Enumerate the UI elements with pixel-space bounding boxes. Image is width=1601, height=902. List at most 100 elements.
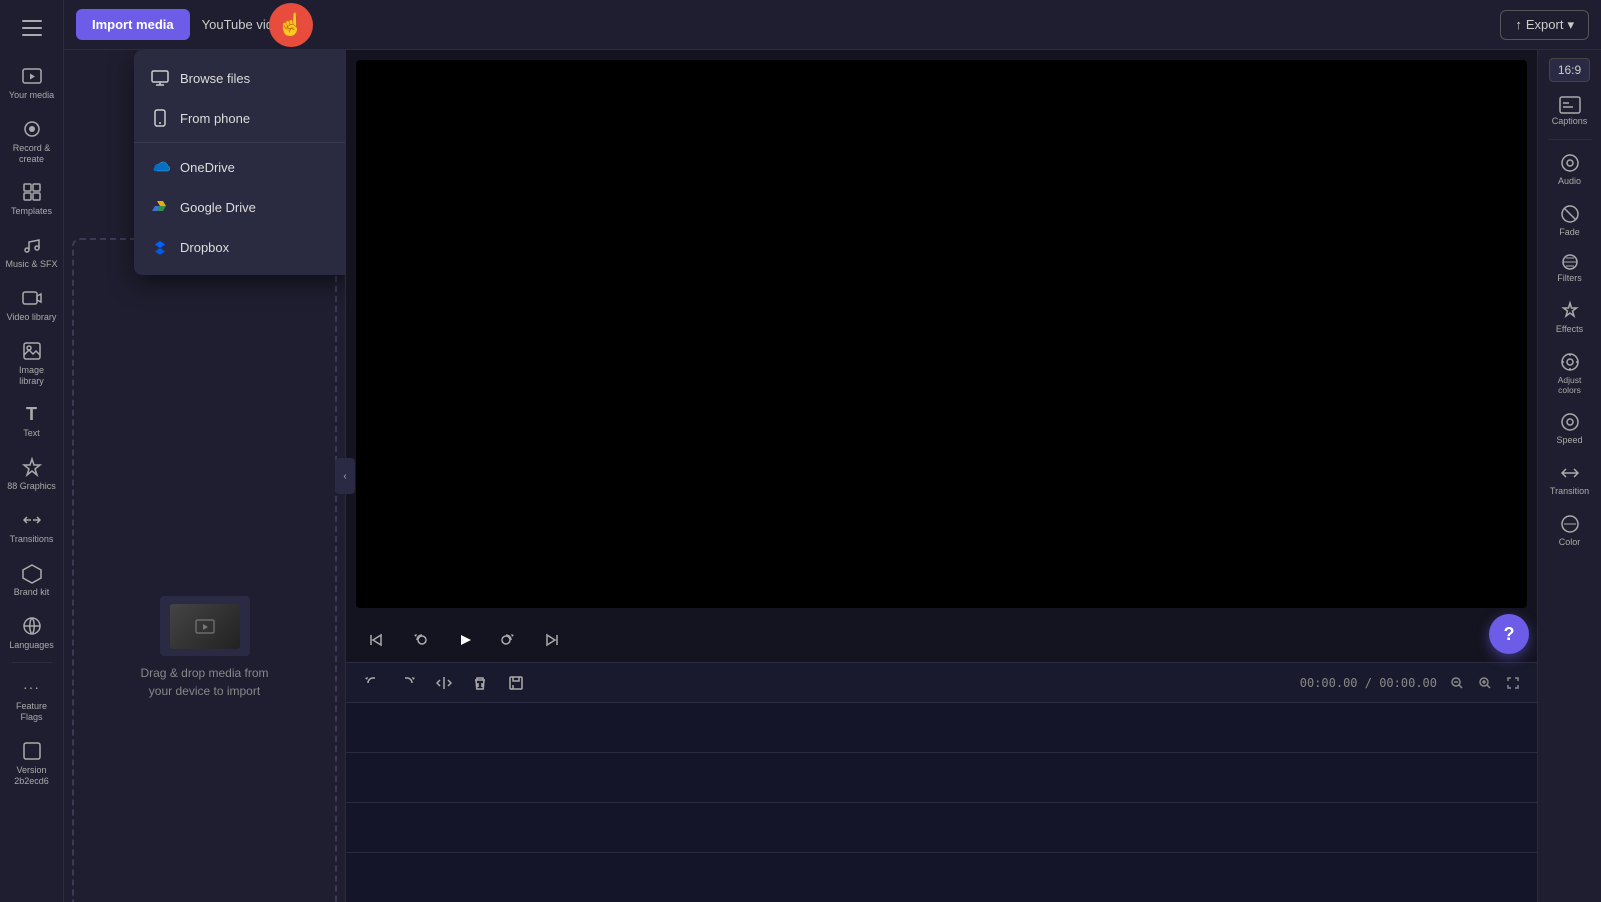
adjust-colors-icon [1559, 351, 1581, 373]
timeline-toolbar: 00:00.00 / 00:00.00 [346, 663, 1537, 703]
sidebar-item-label: Music & SFX [6, 259, 58, 270]
right-panel-label: Adjust colors [1558, 375, 1582, 395]
video-preview [356, 60, 1527, 608]
redo-button[interactable] [394, 669, 422, 697]
right-panel-label: Speed [1556, 435, 1582, 446]
record-icon [20, 117, 44, 141]
dropbox-item[interactable]: Dropbox [134, 227, 345, 267]
languages-icon [20, 614, 44, 638]
sidebar-item-label: 88 Graphics [7, 481, 56, 492]
right-panel-adjust-colors[interactable]: Adjust colors [1542, 345, 1598, 401]
chevron-left-icon: ‹ [343, 471, 346, 482]
media-drop-zone[interactable]: 🤚 Drag & drop media from your device to … [72, 238, 337, 902]
skip-to-start-button[interactable] [362, 626, 390, 654]
hamburger-button[interactable] [12, 8, 52, 48]
sidebar-item-templates[interactable]: Templates [2, 174, 62, 223]
zoom-out-button[interactable] [1445, 671, 1469, 695]
aspect-ratio-badge[interactable]: 16:9 [1549, 58, 1590, 82]
right-panel-filters[interactable]: Filters [1542, 247, 1598, 290]
right-panel-label: Color [1559, 537, 1581, 548]
sidebar-item-label: Video library [7, 312, 57, 323]
play-button[interactable] [450, 626, 478, 654]
forward-button[interactable] [494, 626, 522, 654]
sidebar-item-transitions[interactable]: Transitions [2, 502, 62, 551]
right-panel-speed[interactable]: Speed [1542, 405, 1598, 452]
right-panel-captions[interactable]: Captions [1542, 90, 1598, 133]
sidebar-item-label: Languages [9, 640, 54, 651]
right-divider-1 [1548, 139, 1592, 140]
google-drive-label: Google Drive [180, 200, 256, 215]
transition-icon [1559, 462, 1581, 484]
right-panel-effects[interactable]: Effects [1542, 294, 1598, 341]
google-drive-icon [150, 197, 170, 217]
main-area: Import media ☝ YouTube video ✕ ↑ Export … [64, 0, 1601, 902]
right-panel-color[interactable]: Color [1542, 507, 1598, 554]
track-row-1 [346, 703, 1537, 753]
delete-button[interactable] [466, 669, 494, 697]
right-panel-transition[interactable]: Transition [1542, 456, 1598, 503]
track-row-3 [346, 803, 1537, 853]
right-panel-label: Filters [1557, 273, 1582, 284]
right-panel-label: Transition [1550, 486, 1589, 497]
skip-to-end-button[interactable] [538, 626, 566, 654]
templates-icon [20, 180, 44, 204]
phone-icon [150, 108, 170, 128]
player-controls [346, 618, 1537, 662]
undo-button[interactable] [358, 669, 386, 697]
dropbox-label: Dropbox [180, 240, 229, 255]
save-button[interactable] [502, 669, 530, 697]
export-label: Export [1526, 17, 1564, 32]
google-drive-item[interactable]: Google Drive [134, 187, 345, 227]
from-phone-item[interactable]: From phone [134, 98, 345, 138]
your-media-icon [20, 64, 44, 88]
sidebar-item-graphics[interactable]: 88 Graphics [2, 449, 62, 498]
sidebar-item-video-library[interactable]: Video library [2, 280, 62, 329]
fit-to-view-button[interactable] [1501, 671, 1525, 695]
onedrive-icon [150, 157, 170, 177]
top-bar: Import media ☝ YouTube video ✕ ↑ Export … [64, 0, 1601, 50]
media-thumbnail [160, 596, 250, 656]
sidebar-item-label: Record & create [13, 143, 51, 165]
import-media-button[interactable]: Import media [76, 9, 190, 40]
media-panel: Browse files From phone [64, 50, 346, 902]
version-icon [20, 739, 44, 763]
sidebar-item-label: Image library [19, 365, 44, 387]
sidebar-item-label: Your media [9, 90, 54, 101]
split-button[interactable] [430, 669, 458, 697]
sidebar-item-image-library[interactable]: Image library [2, 333, 62, 393]
content-wrapper: Browse files From phone [64, 50, 1601, 902]
onedrive-item[interactable]: OneDrive [134, 147, 345, 187]
right-panel-label: Fade [1559, 227, 1580, 238]
sidebar-item-music-sfx[interactable]: Music & SFX [2, 227, 62, 276]
brand-icon [20, 561, 44, 585]
sidebar-item-feature-flags[interactable]: ··· Feature Flags [2, 669, 62, 729]
sidebar-item-text[interactable]: T Text [2, 396, 62, 445]
more-icon: ··· [20, 675, 44, 699]
zoom-in-button[interactable] [1473, 671, 1497, 695]
dropbox-icon [150, 237, 170, 257]
collapse-panel-handle[interactable]: ‹ [335, 458, 355, 494]
effects-icon [1560, 300, 1580, 322]
rewind-button[interactable] [406, 626, 434, 654]
transitions-icon [20, 508, 44, 532]
right-panel-audio[interactable]: Audio [1542, 146, 1598, 193]
captions-icon [1559, 96, 1581, 114]
cursor-overlay: ☝ [269, 3, 313, 47]
sidebar-item-brand-kit[interactable]: Brand kit [2, 555, 62, 604]
right-panel-fade[interactable]: Fade [1542, 197, 1598, 244]
browse-files-item[interactable]: Browse files [134, 58, 345, 98]
preview-area: 00:00.00 / 00:00.00 [346, 50, 1537, 902]
help-button[interactable]: ? [1489, 614, 1529, 654]
color-icon [1559, 513, 1581, 535]
export-button[interactable]: ↑ Export ▾ [1500, 10, 1589, 40]
import-dropdown-menu: Browse files From phone [134, 50, 345, 275]
sidebar-item-languages[interactable]: Languages [2, 608, 62, 657]
timeline-tracks [346, 703, 1537, 902]
sidebar-item-record[interactable]: Record & create [2, 111, 62, 171]
text-icon: T [20, 402, 44, 426]
sidebar-item-version[interactable]: Version 2b2ecd6 [2, 733, 62, 793]
sidebar-item-label: Transitions [10, 534, 54, 545]
video-library-icon [20, 286, 44, 310]
right-panel: 16:9 Captions Audio [1537, 50, 1601, 902]
sidebar-item-your-media[interactable]: Your media [2, 58, 62, 107]
